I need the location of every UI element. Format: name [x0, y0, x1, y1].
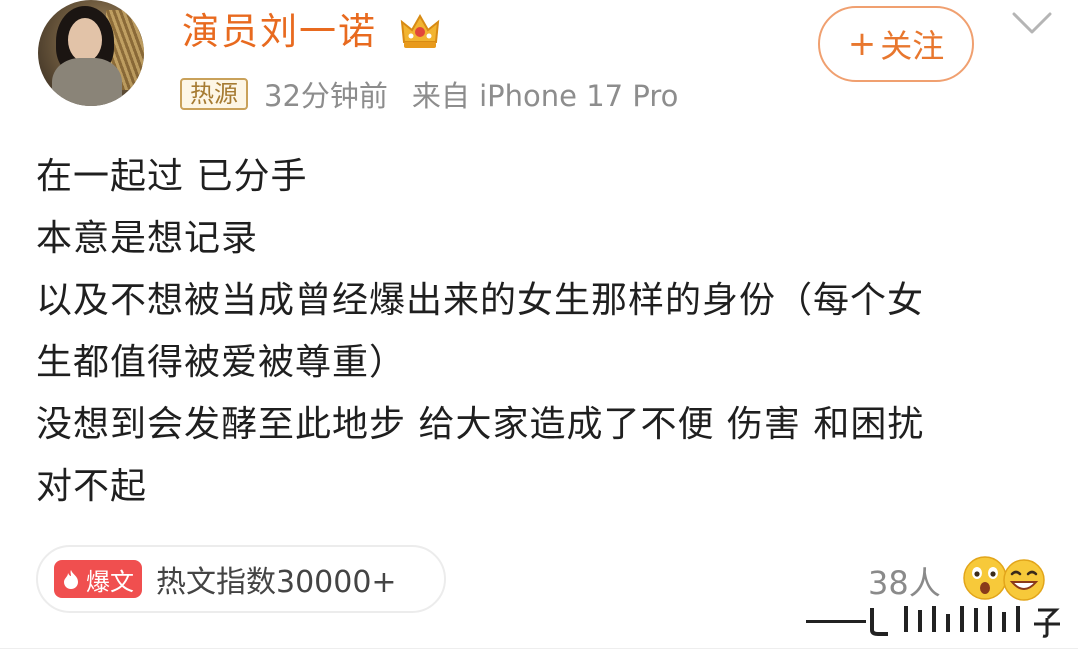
crown-icon [400, 13, 440, 48]
post-time: 32分钟前 [264, 79, 388, 113]
hot-index-text: 热文指数30000+ [156, 565, 397, 600]
avatar-body [52, 58, 122, 106]
avatar[interactable] [38, 0, 144, 106]
boom-tag: 爆文 [54, 560, 142, 598]
hot-index-pill[interactable]: 爆文 热文指数30000+ [36, 545, 446, 613]
hot-source-badge[interactable]: 热源 [180, 78, 248, 110]
grin-emoji-icon[interactable] [1002, 558, 1046, 602]
follow-button[interactable]: + 关注 [818, 6, 974, 82]
post-line: 没想到会发酵至此地步 给大家造成了不便 伤害 和困扰 [36, 404, 925, 445]
post-line: 在一起过 已分手 [36, 156, 308, 197]
plus-icon: + [847, 24, 877, 64]
post-line: 生都值得被爱被尊重） [36, 342, 407, 383]
post-content: 在一起过 已分手 本意是想记录 以及不想被当成曾经爆出来的女生那样的身份（每个女… [36, 146, 1056, 518]
boom-tag-label: 爆文 [86, 567, 134, 596]
chevron-down-icon[interactable] [1010, 8, 1054, 38]
divider [0, 648, 1078, 649]
flame-icon [64, 570, 78, 589]
watermark-logo [806, 606, 1060, 638]
post-line: 本意是想记录 [36, 218, 259, 259]
post-line: 对不起 [36, 466, 148, 507]
post-meta: 热源 32分钟前 来自 iPhone 17 Pro [180, 76, 679, 113]
post-source: 来自 iPhone 17 Pro [411, 79, 679, 113]
author-name[interactable]: 演员刘一诺 [182, 10, 377, 54]
reaction-count[interactable]: 38人 [868, 558, 941, 604]
avatar-face [68, 18, 102, 62]
follow-label: 关注 [880, 27, 945, 65]
post-line: 以及不想被当成曾经爆出来的女生那样的身份（每个女 [36, 280, 925, 321]
